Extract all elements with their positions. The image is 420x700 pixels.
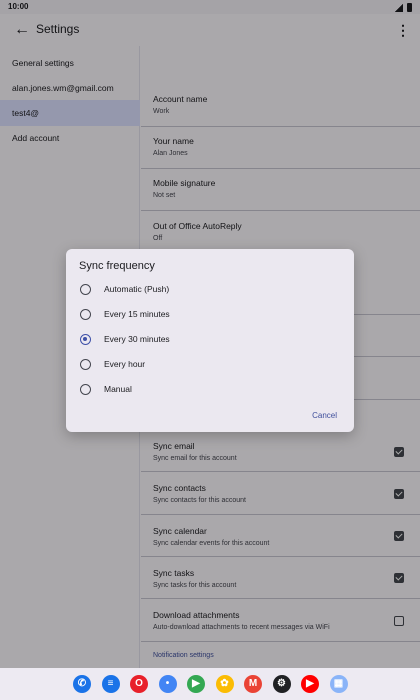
option-label: Every 15 minutes <box>104 309 170 319</box>
radio-button[interactable] <box>80 309 91 320</box>
option-label: Manual <box>104 384 132 394</box>
radio-button-selected[interactable] <box>80 334 91 345</box>
youtube-music-app-icon[interactable]: ▶ <box>301 675 319 693</box>
option-every-15-minutes[interactable]: Every 15 minutes <box>66 304 354 326</box>
option-automatic-push[interactable]: Automatic (Push) <box>66 279 354 301</box>
option-every-hour[interactable]: Every hour <box>66 354 354 376</box>
settings-app-icon[interactable]: ⚙ <box>272 675 291 693</box>
radio-button[interactable] <box>80 384 91 395</box>
opera-app-icon[interactable]: O <box>130 675 148 693</box>
app-drawer-icon[interactable]: ▦ <box>329 675 348 693</box>
dialog-title: Sync frequency <box>79 260 155 272</box>
play-store-app-icon[interactable]: ▶ <box>187 675 205 693</box>
option-manual[interactable]: Manual <box>66 379 354 401</box>
messages-app-icon[interactable]: ≡ <box>101 675 120 693</box>
photos-app-icon[interactable]: ✿ <box>215 675 234 693</box>
phone-app-icon[interactable]: ✆ <box>73 675 91 693</box>
sync-frequency-dialog: Sync frequency Automatic (Push) Every 15… <box>66 249 354 432</box>
assistant-app-icon[interactable]: • <box>158 675 177 693</box>
gmail-app-icon[interactable]: M <box>244 675 262 693</box>
option-label: Automatic (Push) <box>104 284 170 294</box>
option-label: Every hour <box>104 359 146 369</box>
option-label: Every 30 minutes <box>104 334 170 344</box>
option-every-30-minutes[interactable]: Every 30 minutes <box>66 329 354 351</box>
radio-button[interactable] <box>80 359 91 370</box>
cancel-button[interactable]: Cancel <box>312 411 337 420</box>
dock: ✆ ≡ O • ▶ ✿ M ⚙ ▶ ▦ <box>0 668 420 700</box>
radio-button[interactable] <box>80 284 91 295</box>
